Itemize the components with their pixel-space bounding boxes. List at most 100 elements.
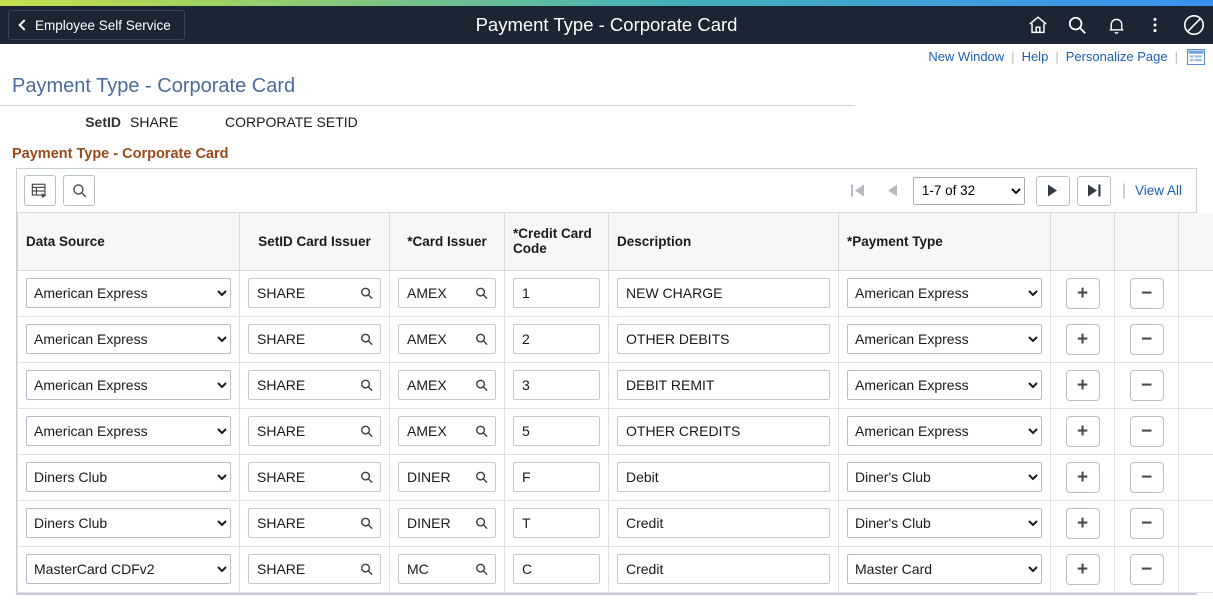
description-input[interactable] (617, 370, 830, 400)
header-icon-group (1025, 12, 1207, 38)
delete-row-button[interactable]: − (1130, 462, 1164, 493)
credit-card-code-input[interactable] (513, 554, 600, 584)
add-row-button[interactable]: + (1066, 554, 1100, 585)
delete-row-button[interactable]: − (1130, 508, 1164, 539)
lookup-search-icon[interactable] (474, 562, 489, 577)
next-page-icon[interactable] (1036, 176, 1070, 206)
description-input[interactable] (617, 324, 830, 354)
table-row: American ExpressDiners ClubMasterCard CD… (18, 454, 1213, 500)
grid-body: American ExpressDiners ClubMasterCard CD… (18, 270, 1213, 592)
credit-card-code-input[interactable] (513, 324, 600, 354)
chevron-left-icon (18, 19, 29, 30)
payment-type-select[interactable]: American ExpressDiner's ClubMaster CardV… (847, 462, 1042, 492)
table-row: American ExpressDiners ClubMasterCard CD… (18, 546, 1213, 592)
lookup-search-icon[interactable] (359, 516, 374, 531)
delete-row-button[interactable]: − (1130, 278, 1164, 309)
add-row-button[interactable]: + (1066, 324, 1100, 355)
link-separator: | (1175, 49, 1178, 64)
lookup-search-icon[interactable] (359, 470, 374, 485)
cell-card-issuer (390, 316, 505, 362)
cell-spacer (1179, 454, 1213, 500)
description-input[interactable] (617, 462, 830, 492)
credit-card-code-input[interactable] (513, 462, 600, 492)
payment-type-select[interactable]: American ExpressDiner's ClubMaster CardV… (847, 416, 1042, 446)
table-row: American ExpressDiners ClubMasterCard CD… (18, 500, 1213, 546)
cell-data-source: American ExpressDiners ClubMasterCard CD… (18, 362, 240, 408)
credit-card-code-input[interactable] (513, 278, 600, 308)
lookup-search-icon[interactable] (359, 286, 374, 301)
page-layout-icon[interactable] (1185, 49, 1205, 65)
grid-header-row: Data Source SetID Card Issuer *Card Issu… (18, 213, 1213, 270)
back-to-employee-self-service-button[interactable]: Employee Self Service (8, 10, 185, 40)
column-header-add (1051, 213, 1115, 270)
payment-type-select[interactable]: American ExpressDiner's ClubMaster CardV… (847, 554, 1042, 584)
payment-type-select[interactable]: American ExpressDiner's ClubMaster CardV… (847, 370, 1042, 400)
new-window-link[interactable]: New Window (928, 49, 1004, 64)
back-button-label: Employee Self Service (35, 18, 171, 33)
column-header-description: Description (609, 213, 839, 270)
cell-delete-row: − (1115, 362, 1179, 408)
delete-row-button[interactable]: − (1130, 370, 1164, 401)
app-header-bar: Employee Self Service Payment Type - Cor… (0, 6, 1213, 44)
credit-card-code-input[interactable] (513, 508, 600, 538)
lookup-search-icon[interactable] (474, 516, 489, 531)
cell-description (609, 546, 839, 592)
search-icon[interactable] (1064, 12, 1090, 38)
delete-row-button[interactable]: − (1130, 554, 1164, 585)
cell-payment-type: American ExpressDiner's ClubMaster CardV… (839, 316, 1051, 362)
notification-bell-icon[interactable] (1103, 12, 1129, 38)
view-all-link[interactable]: View All (1135, 183, 1190, 198)
delete-row-button[interactable]: − (1130, 416, 1164, 447)
cell-setid-card-issuer (240, 408, 390, 454)
lookup-search-icon[interactable] (359, 562, 374, 577)
table-row: American ExpressDiners ClubMasterCard CD… (18, 270, 1213, 316)
cell-credit-card-code (505, 270, 609, 316)
grid-personalize-icon[interactable] (24, 175, 56, 206)
actions-menu-icon[interactable] (1142, 12, 1168, 38)
data-source-select[interactable]: American ExpressDiners ClubMasterCard CD… (26, 508, 231, 538)
add-row-button[interactable]: + (1066, 508, 1100, 539)
add-row-button[interactable]: + (1066, 278, 1100, 309)
last-page-icon[interactable] (1077, 176, 1111, 206)
description-input[interactable] (617, 508, 830, 538)
description-input[interactable] (617, 416, 830, 446)
add-row-button[interactable]: + (1066, 416, 1100, 447)
cell-credit-card-code (505, 546, 609, 592)
first-page-icon[interactable] (841, 176, 875, 206)
page-range-select[interactable]: 1-7 of 328-14 of 3215-21 of 3222-28 of 3… (913, 177, 1025, 205)
data-source-select[interactable]: American ExpressDiners ClubMasterCard CD… (26, 370, 231, 400)
data-source-select[interactable]: American ExpressDiners ClubMasterCard CD… (26, 278, 231, 308)
cell-credit-card-code (505, 316, 609, 362)
cell-setid-card-issuer (240, 454, 390, 500)
description-input[interactable] (617, 278, 830, 308)
description-input[interactable] (617, 554, 830, 584)
help-link[interactable]: Help (1022, 49, 1049, 64)
payment-type-select[interactable]: American ExpressDiner's ClubMaster CardV… (847, 324, 1042, 354)
lookup-search-icon[interactable] (474, 424, 489, 439)
lookup-search-icon[interactable] (474, 286, 489, 301)
lookup-search-icon[interactable] (474, 470, 489, 485)
add-row-button[interactable]: + (1066, 462, 1100, 493)
data-source-select[interactable]: American ExpressDiners ClubMasterCard CD… (26, 416, 231, 446)
credit-card-code-input[interactable] (513, 416, 600, 446)
navbar-icon[interactable] (1181, 12, 1207, 38)
data-source-select[interactable]: American ExpressDiners ClubMasterCard CD… (26, 462, 231, 492)
payment-type-select[interactable]: American ExpressDiner's ClubMaster CardV… (847, 508, 1042, 538)
data-source-select[interactable]: American ExpressDiners ClubMasterCard CD… (26, 554, 231, 584)
lookup-search-icon[interactable] (359, 378, 374, 393)
lookup-search-icon[interactable] (474, 378, 489, 393)
previous-page-icon[interactable] (875, 176, 909, 206)
cell-credit-card-code (505, 408, 609, 454)
data-source-select[interactable]: American ExpressDiners ClubMasterCard CD… (26, 324, 231, 354)
payment-type-select[interactable]: American ExpressDiner's ClubMaster CardV… (847, 278, 1042, 308)
credit-card-code-input[interactable] (513, 370, 600, 400)
find-search-icon[interactable] (63, 175, 95, 206)
personalize-page-link[interactable]: Personalize Page (1066, 49, 1168, 64)
cell-add-row: + (1051, 362, 1115, 408)
delete-row-button[interactable]: − (1130, 324, 1164, 355)
lookup-search-icon[interactable] (474, 332, 489, 347)
lookup-search-icon[interactable] (359, 332, 374, 347)
lookup-search-icon[interactable] (359, 424, 374, 439)
home-icon[interactable] (1025, 12, 1051, 38)
add-row-button[interactable]: + (1066, 370, 1100, 401)
